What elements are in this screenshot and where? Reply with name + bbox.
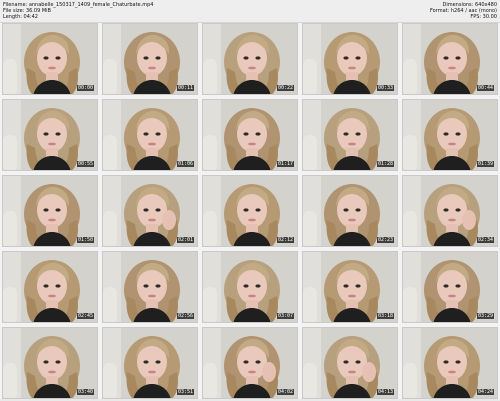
thumbnail-frame[interactable]: 04:24 <box>402 327 498 399</box>
thumbnail-timestamp: 04:24 <box>476 389 494 395</box>
thumbnail-frame[interactable]: 02:45 <box>2 251 98 323</box>
thumbnail-frame[interactable]: 01:17 <box>202 99 298 171</box>
thumbnail-frame[interactable]: 00:22 <box>202 23 298 95</box>
thumbnail-grid: 00:00 00:11 00:22 00:33 00:44 00:55 01:06 01:17… <box>2 23 498 399</box>
thumbnail-frame[interactable]: 02:23 <box>302 175 398 247</box>
thumbnail-timestamp: 00:22 <box>276 85 294 91</box>
thumbnail-sheet-page: Filename: annabelle_150317_1409_female_C… <box>0 0 500 401</box>
thumbnail-timestamp: 03:40 <box>76 389 94 395</box>
thumbnail-timestamp: 01:28 <box>376 161 394 167</box>
thumbnail-timestamp: 04:13 <box>376 389 394 395</box>
thumbnail-frame[interactable]: 01:28 <box>302 99 398 171</box>
thumbnail-frame[interactable]: 01:06 <box>102 99 198 171</box>
thumbnail-timestamp: 03:18 <box>376 313 394 319</box>
length-value: 04:42 <box>23 14 38 20</box>
thumbnail-frame[interactable]: 01:39 <box>402 99 498 171</box>
thumbnail-timestamp: 00:44 <box>476 85 494 91</box>
thumbnail-timestamp: 01:06 <box>176 161 194 167</box>
thumbnail-frame[interactable]: 02:12 <box>202 175 298 247</box>
thumbnail-frame[interactable]: 02:56 <box>102 251 198 323</box>
thumbnail-frame[interactable]: 00:44 <box>402 23 498 95</box>
thumbnail-timestamp: 03:51 <box>176 389 194 395</box>
thumbnail-frame[interactable]: 04:13 <box>302 327 398 399</box>
thumbnail-timestamp: 02:12 <box>276 237 294 243</box>
thumbnail-frame[interactable]: 02:34 <box>402 175 498 247</box>
thumbnail-frame[interactable]: 00:33 <box>302 23 398 95</box>
thumbnail-frame[interactable]: 03:29 <box>402 251 498 323</box>
thumbnail-timestamp: 01:17 <box>276 161 294 167</box>
thumbnail-frame[interactable]: 03:07 <box>202 251 298 323</box>
thumbnail-frame[interactable]: 02:01 <box>102 175 198 247</box>
thumbnail-timestamp: 03:07 <box>276 313 294 319</box>
thumbnail-timestamp: 00:11 <box>176 85 194 91</box>
thumbnail-timestamp: 02:34 <box>476 237 494 243</box>
fps-row: FPS: 30.00 <box>357 14 497 20</box>
file-metadata-right: Dimensions: 640x480 Format: h264 / aac (… <box>357 2 497 20</box>
thumbnail-timestamp: 02:56 <box>176 313 194 319</box>
thumbnail-frame[interactable]: 03:18 <box>302 251 398 323</box>
thumbnail-timestamp: 00:33 <box>376 85 394 91</box>
thumbnail-timestamp: 03:29 <box>476 313 494 319</box>
fps-value: 30.00 <box>482 14 497 20</box>
thumbnail-timestamp: 02:23 <box>376 237 394 243</box>
file-metadata-left: Filename: annabelle_150317_1409_female_C… <box>3 2 303 20</box>
format-label: Format: <box>429 8 450 14</box>
thumbnail-frame[interactable]: 03:51 <box>102 327 198 399</box>
fps-label: FPS: <box>470 14 482 20</box>
metadata-header: Filename: annabelle_150317_1409_female_C… <box>0 0 500 23</box>
thumbnail-timestamp: 04:02 <box>276 389 294 395</box>
thumbnail-frame[interactable]: 04:02 <box>202 327 298 399</box>
thumbnail-timestamp: 01:50 <box>76 237 94 243</box>
thumbnail-timestamp: 00:55 <box>76 161 94 167</box>
thumbnail-frame[interactable]: 00:55 <box>2 99 98 171</box>
thumbnail-frame[interactable]: 00:00 <box>2 23 98 95</box>
thumbnail-timestamp: 02:45 <box>76 313 94 319</box>
thumbnail-frame[interactable]: 03:40 <box>2 327 98 399</box>
thumbnail-timestamp: 02:01 <box>176 237 194 243</box>
thumbnail-timestamp: 00:00 <box>76 85 94 91</box>
length-label: Length: <box>3 14 22 20</box>
thumbnail-frame[interactable]: 00:11 <box>102 23 198 95</box>
length-row: Length: 04:42 <box>3 14 303 20</box>
thumbnail-frame[interactable]: 01:50 <box>2 175 98 247</box>
thumbnail-timestamp: 01:39 <box>476 161 494 167</box>
